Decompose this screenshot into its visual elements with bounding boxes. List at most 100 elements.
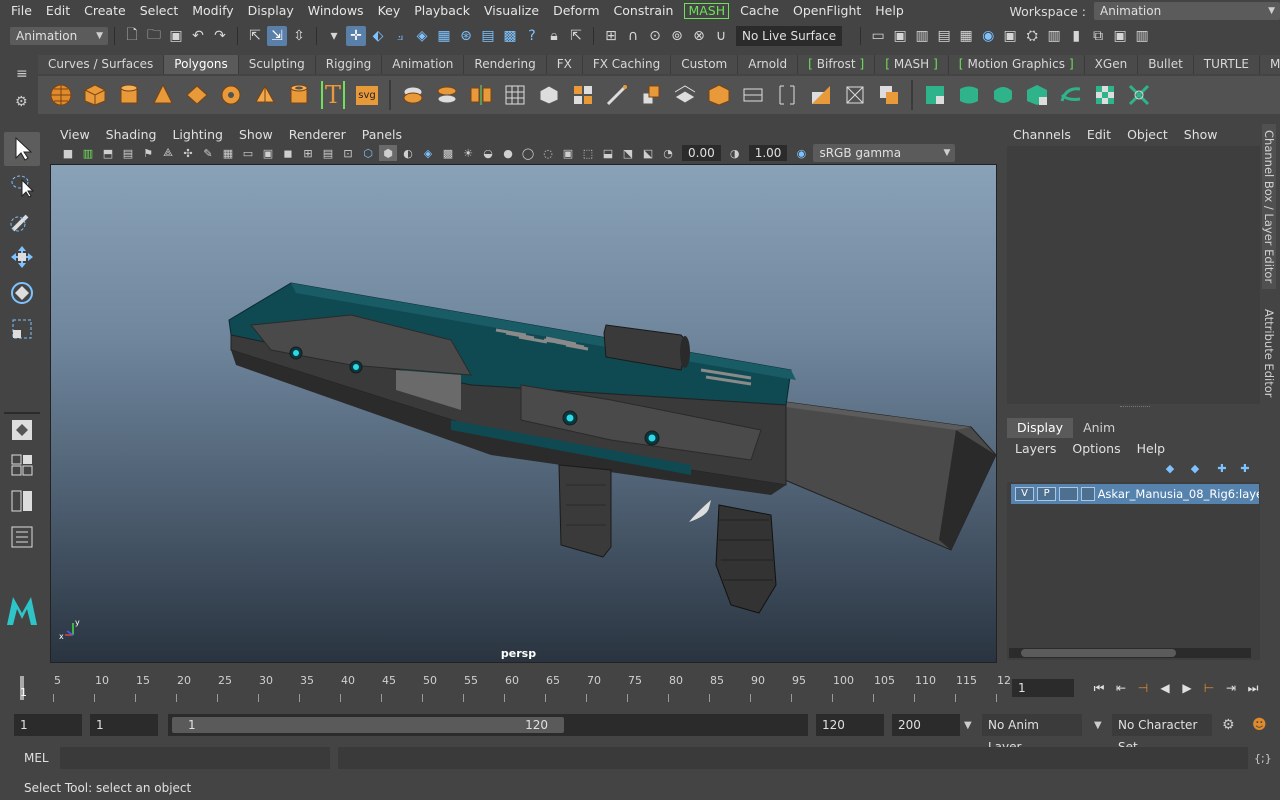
mask-misc-icon[interactable]: ? [522,26,542,46]
viewport-menu-lighting[interactable]: Lighting [164,127,231,142]
layer-menu-options[interactable]: Options [1064,441,1128,456]
bookmark-icon[interactable]: ⬒ [99,145,117,161]
move-tool[interactable] [4,240,40,274]
channelbox-menu-object[interactable]: Object [1119,127,1176,142]
extrude-icon[interactable] [637,81,665,109]
go-to-end-icon[interactable]: ⏭ [1242,677,1264,699]
menu-visualize[interactable]: Visualize [477,0,546,22]
step-forward-key-icon[interactable]: ⇥ [1220,677,1242,699]
viewport-menu-shading[interactable]: Shading [98,127,165,142]
time-slider[interactable]: 5 10 15 20 25 30 35 40 45 50 55 60 65 70 75 80 85 90 95 100… [12,672,1011,704]
mirror-icon[interactable] [467,81,495,109]
scale-tool[interactable] [4,312,40,346]
tab-rigging[interactable]: Rigging [315,55,383,74]
gamma-field[interactable]: 1.00 [748,145,788,161]
tab-turtle[interactable]: TURTLE [1193,55,1260,74]
render-current-icon[interactable]: ▥ [912,26,932,46]
menu-create[interactable]: Create [77,0,133,22]
character-controls-icon[interactable]: ⛭ [1022,26,1042,46]
go-to-start-icon[interactable]: ⏮ [1088,677,1110,699]
snap-curve-icon[interactable]: ∩ [623,26,643,46]
toggle-tool-settings-icon[interactable]: ⧉ [1088,26,1108,46]
tab-mash[interactable]: MASH [875,55,949,74]
channelbox-menu-edit[interactable]: Edit [1079,127,1119,142]
mask-curve-icon[interactable]: ◈ [412,26,432,46]
script-editor-icon[interactable]: {;} [1254,752,1272,765]
color-management-icon[interactable]: ◉ [792,145,810,161]
tab-channel-box-layer-editor[interactable]: Channel Box / Layer Editor [1262,124,1276,290]
scene-end-field[interactable]: 200 [892,714,960,736]
current-frame-field[interactable]: 1 [1012,679,1074,697]
poly-sphere-icon[interactable] [47,81,75,109]
open-scene-icon[interactable]: 🗀 [144,26,164,46]
menu-playback[interactable]: Playback [407,0,477,22]
menu-select[interactable]: Select [133,0,186,22]
save-scene-icon[interactable]: ▣ [166,26,186,46]
script-language-label[interactable]: MEL [24,751,49,765]
tab-polygons[interactable]: Polygons [164,55,239,74]
lock-icon[interactable]: 🔒︎ [544,26,564,46]
select-component-icon[interactable]: ⇳ [289,26,309,46]
perspective-viewport[interactable]: y x persp [50,164,997,663]
xray-active-icon[interactable]: ⬕ [639,145,657,161]
xray-icon[interactable]: ⬓ [599,145,617,161]
toggle-sidebar-icon[interactable]: ▥ [1044,26,1064,46]
lasso-tool[interactable] [4,168,40,202]
tab-xgen[interactable]: XGen [1084,55,1139,74]
tab-curves-surfaces[interactable]: Curves / Surfaces [38,55,165,74]
xray-joints-icon[interactable]: ⬔ [619,145,637,161]
isolate-select-icon[interactable]: ⬚ [579,145,597,161]
layer-menu-layers[interactable]: Layers [1007,441,1064,456]
colorspace-dropdown[interactable]: sRGB gamma ▼ [813,144,956,162]
create-layer-selected-icon[interactable]: ✚ [1236,460,1254,476]
layer-color-swatch[interactable] [1081,487,1095,501]
tab-animation[interactable]: Animation [382,55,465,74]
separate-icon[interactable] [433,81,461,109]
menu-constrain[interactable]: Constrain [607,0,681,22]
image-plane-icon[interactable]: ▤ [119,145,137,161]
move-layer-up-icon[interactable]: ◆ [1161,460,1179,476]
two-d-pan-icon[interactable]: ⚑ [139,145,157,161]
uv-checker-icon[interactable] [1091,81,1119,109]
snap-surface-icon[interactable]: ⊗ [689,26,709,46]
tab-bifrost[interactable]: Bifrost [798,55,876,74]
menu-display[interactable]: Display [241,0,301,22]
menu-key[interactable]: Key [371,0,408,22]
poly-cylinder-icon[interactable] [115,81,143,109]
rotate-tool[interactable] [4,276,40,310]
paint-select-tool[interactable] [4,204,40,238]
menu-help[interactable]: Help [868,0,911,22]
channelbox-menu-channels[interactable]: Channels [1005,127,1079,142]
step-forward-frame-icon[interactable]: ⊢ [1198,677,1220,699]
tab-motion-graphics[interactable]: Motion Graphics [948,55,1085,74]
textured-icon[interactable]: ◈ [419,145,437,161]
layer-playback-toggle[interactable]: P [1037,487,1057,501]
exposure-icon[interactable]: ◔ [659,145,677,161]
scene-start-field[interactable]: 1 [14,714,82,736]
smooth-icon[interactable] [501,81,529,109]
menu-windows[interactable]: Windows [301,0,371,22]
mask-handle-icon[interactable]: ⬖ [368,26,388,46]
select-hierarchy-icon[interactable]: ⇱ [245,26,265,46]
tab-sculpting[interactable]: Sculpting [238,55,316,74]
highlight-icon[interactable]: ⇱ [566,26,586,46]
menu-modify[interactable]: Modify [185,0,240,22]
layer-row[interactable]: V P Askar_Manusia_08_Rig6:layer [1011,484,1259,504]
channelbox-area[interactable] [1007,146,1260,404]
viewport-menu-panels[interactable]: Panels [354,127,410,142]
uv-auto-icon[interactable] [1023,81,1051,109]
poly-pipe-icon[interactable] [285,81,313,109]
lights-icon[interactable]: ☀ [459,145,477,161]
bridge-icon[interactable] [671,81,699,109]
combine-icon[interactable] [399,81,427,109]
scrollbar-thumb[interactable] [1021,649,1176,657]
menu-cache[interactable]: Cache [733,0,786,22]
key-settings-icon[interactable]: ⚙︎ [1222,717,1235,733]
screen-space-ao-icon[interactable]: ● [499,145,517,161]
render-settings-icon[interactable]: ▭ [868,26,888,46]
multi-cut-icon[interactable] [603,81,631,109]
poly-cube-icon[interactable] [81,81,109,109]
ipr-render-icon[interactable]: ▤ [934,26,954,46]
menuset-dropdown[interactable]: Animation ▼ [10,27,108,45]
uv-unfold-icon[interactable] [1057,81,1085,109]
